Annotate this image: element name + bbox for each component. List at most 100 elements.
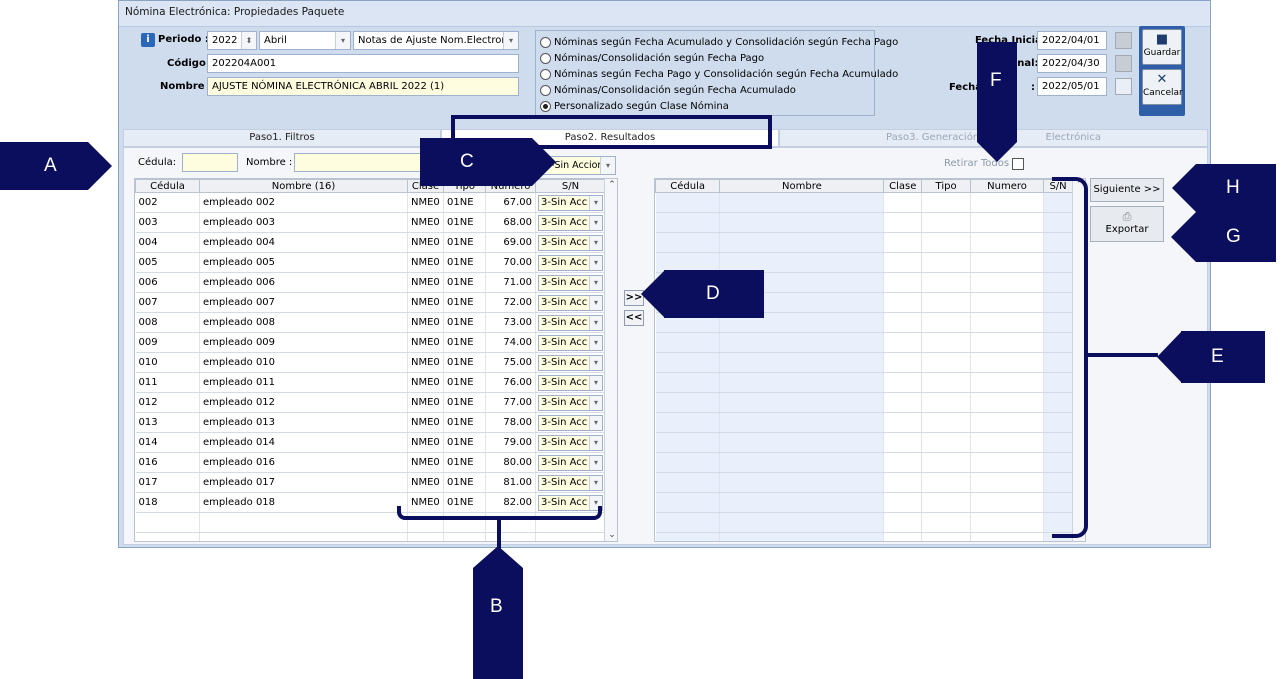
siguiente-button[interactable]: Siguiente >> (1090, 178, 1164, 202)
calendar-icon[interactable] (1115, 78, 1132, 95)
col-clase[interactable]: Clase (883, 179, 923, 193)
calendar-button[interactable] (1115, 32, 1132, 49)
tab-filtros[interactable]: Paso1. Filtros (123, 129, 441, 147)
callout-f-arrow (977, 142, 1017, 162)
radio-option[interactable]: Nóminas/Consolidación según Fecha Acumul… (540, 82, 870, 98)
col-nombre[interactable]: Nombre (719, 179, 885, 193)
chevron-down-icon[interactable]: ▾ (589, 195, 602, 210)
table-row[interactable]: 010 empleado 010 NME0 01NE 75.00 3-Sin Acc ▾ (135, 352, 606, 373)
sn-select[interactable]: 3-Sin Acc ▾ (538, 274, 603, 291)
radio-option[interactable]: Nóminas según Fecha Pago y Consolidación… (540, 66, 898, 82)
table-row[interactable]: 003 empleado 003 NME0 01NE 68.00 3-Sin Acc ▾ (135, 212, 606, 233)
chevron-down-icon[interactable]: ▾ (589, 295, 602, 310)
nombre-filter-input[interactable] (294, 153, 422, 172)
sn-select[interactable]: 3-Sin Acc ▾ (538, 294, 603, 311)
radio-option[interactable]: Nóminas/Consolidación según Fecha Pago (540, 50, 870, 66)
cancelar-button[interactable]: ✕ Cancelar (1142, 69, 1183, 105)
sn-select[interactable]: 3-Sin Acc ▾ (538, 414, 603, 431)
chevron-down-icon[interactable]: ▾ (589, 255, 602, 270)
chevron-down-icon[interactable]: ▾ (503, 32, 518, 49)
table-row[interactable]: 016 empleado 016 NME0 01NE 80.00 3-Sin Acc ▾ (135, 452, 606, 473)
radio-icon[interactable] (540, 84, 551, 96)
cell-tipo: 01NE (443, 432, 486, 453)
col-tipo[interactable]: Tipo (921, 179, 971, 193)
chevron-down-icon[interactable]: ▾ (335, 32, 350, 49)
radio-icon[interactable] (540, 100, 551, 112)
table-row[interactable]: 012 empleado 012 NME0 01NE 77.00 3-Sin Acc ▾ (135, 392, 606, 413)
table-row[interactable]: 005 empleado 005 NME0 01NE 70.00 3-Sin Acc ▾ (135, 252, 606, 273)
table-row[interactable]: 006 empleado 006 NME0 01NE 71.00 3-Sin Acc ▾ (135, 272, 606, 293)
radio-icon[interactable] (540, 36, 551, 48)
fecha-inicial-field[interactable]: 2022/04/01 (1037, 31, 1107, 50)
table-row[interactable]: 009 empleado 009 NME0 01NE 74.00 3-Sin Acc ▾ (135, 332, 606, 353)
chevron-down-icon[interactable]: ▾ (589, 355, 602, 370)
left-scrollbar[interactable]: ⌃ ⌄ (604, 179, 617, 541)
chevron-down-icon[interactable]: ▾ (589, 415, 602, 430)
guardar-button[interactable]: ■ Guardar (1142, 29, 1182, 65)
year-stepper[interactable]: 2022 ⬍ (207, 31, 257, 50)
fecha-pago-field[interactable]: 2022/05/01 (1037, 77, 1107, 96)
chevron-down-icon[interactable]: ▾ (600, 157, 615, 174)
chevron-down-icon[interactable]: ▾ (589, 455, 602, 470)
radio-icon[interactable] (540, 68, 551, 80)
sn-select[interactable]: 3-Sin Acc ▾ (538, 314, 603, 331)
sn-select[interactable]: 3-Sin Acc ▾ (538, 394, 603, 411)
chevron-down-icon[interactable]: ▾ (589, 315, 602, 330)
nombre-field[interactable]: AJUSTE NÓMINA ELECTRÓNICA ABRIL 2022 (1) (207, 77, 519, 96)
table-row[interactable]: 014 empleado 014 NME0 01NE 79.00 3-Sin Acc ▾ (135, 432, 606, 453)
chevron-down-icon[interactable]: ▾ (589, 275, 602, 290)
sn-select[interactable]: 3-Sin Acc ▾ (538, 254, 603, 271)
col-cedula[interactable]: Cédula (135, 179, 200, 193)
chevron-down-icon[interactable]: ▾ (589, 215, 602, 230)
chevron-down-icon[interactable]: ▾ (589, 435, 602, 450)
col-nombre[interactable]: Nombre (16) (199, 179, 408, 193)
callout-g: G (1196, 212, 1276, 262)
spinner-icon[interactable]: ⬍ (241, 32, 256, 49)
sn-select[interactable]: 3-Sin Acc ▾ (538, 434, 603, 451)
table-row[interactable]: 017 empleado 017 NME0 01NE 81.00 3-Sin Acc ▾ (135, 472, 606, 493)
table-row[interactable]: 007 empleado 007 NME0 01NE 72.00 3-Sin Acc ▾ (135, 292, 606, 313)
chevron-down-icon[interactable]: ▾ (589, 335, 602, 350)
radio-icon[interactable] (540, 52, 551, 64)
type-select[interactable]: Notas de Ajuste Nom.Electronic ▾ (353, 31, 519, 50)
calendar-button[interactable] (1115, 55, 1132, 72)
sn-select[interactable]: 3-Sin Acc ▾ (538, 194, 603, 211)
right-table-body (655, 192, 1073, 541)
month-select[interactable]: Abril ▾ (259, 31, 351, 50)
fecha-final-field[interactable]: 2022/04/30 (1037, 54, 1107, 73)
chevron-down-icon[interactable]: ▾ (589, 475, 602, 490)
cell-numero: 79.00 (485, 432, 536, 453)
type-value: Notas de Ajuste Nom.Electronic (358, 35, 516, 46)
cedula-filter-label: Cédula: (138, 157, 177, 168)
chevron-down-icon[interactable]: ▾ (589, 395, 602, 410)
table-row[interactable]: 008 empleado 008 NME0 01NE 73.00 3-Sin Acc ▾ (135, 312, 606, 333)
radio-option[interactable]: Personalizado según Clase Nómina (540, 98, 870, 114)
callout-e-arrow (1157, 331, 1182, 383)
chevron-down-icon[interactable]: ▾ (589, 235, 602, 250)
year-value: 2022 (212, 35, 238, 46)
radio-option[interactable]: Nóminas según Fecha Acumulado y Consolid… (540, 34, 898, 50)
cell-nombre: empleado 016 (199, 452, 408, 473)
exportar-button[interactable]: ⎙ Exportar (1090, 206, 1164, 242)
scroll-down-icon[interactable]: ⌄ (605, 529, 617, 541)
info-icon[interactable]: i (141, 33, 155, 47)
col-numero[interactable]: Numero (969, 179, 1045, 193)
sn-select[interactable]: 3-Sin Acc ▾ (538, 214, 603, 231)
sn-select[interactable]: 3-Sin Acc ▾ (538, 374, 603, 391)
table-row[interactable]: 002 empleado 002 NME0 01NE 67.00 3-Sin Acc ▾ (135, 192, 606, 213)
cell-sn: 3-Sin Acc ▾ (535, 452, 606, 473)
table-row[interactable]: 004 empleado 004 NME0 01NE 69.00 3-Sin Acc ▾ (135, 232, 606, 253)
sn-select[interactable]: 3-Sin Acc ▾ (538, 234, 603, 251)
cedula-filter-input[interactable] (182, 153, 238, 172)
sn-select[interactable]: 3-Sin Acc ▾ (538, 354, 603, 371)
scroll-up-icon[interactable]: ⌃ (605, 179, 617, 191)
sn-select[interactable]: 3-Sin Acc ▾ (538, 474, 603, 491)
chevron-down-icon[interactable]: ▾ (589, 375, 602, 390)
sn-select[interactable]: 3-Sin Acc ▾ (538, 334, 603, 351)
codigo-field[interactable]: 202204A001 (207, 54, 519, 73)
col-cedula[interactable]: Cédula (655, 179, 721, 193)
table-row[interactable]: 013 empleado 013 NME0 01NE 78.00 3-Sin Acc ▾ (135, 412, 606, 433)
cell-cedula: 006 (135, 272, 200, 293)
sn-select[interactable]: 3-Sin Acc ▾ (538, 454, 603, 471)
table-row[interactable]: 011 empleado 011 NME0 01NE 76.00 3-Sin Acc ▾ (135, 372, 606, 393)
